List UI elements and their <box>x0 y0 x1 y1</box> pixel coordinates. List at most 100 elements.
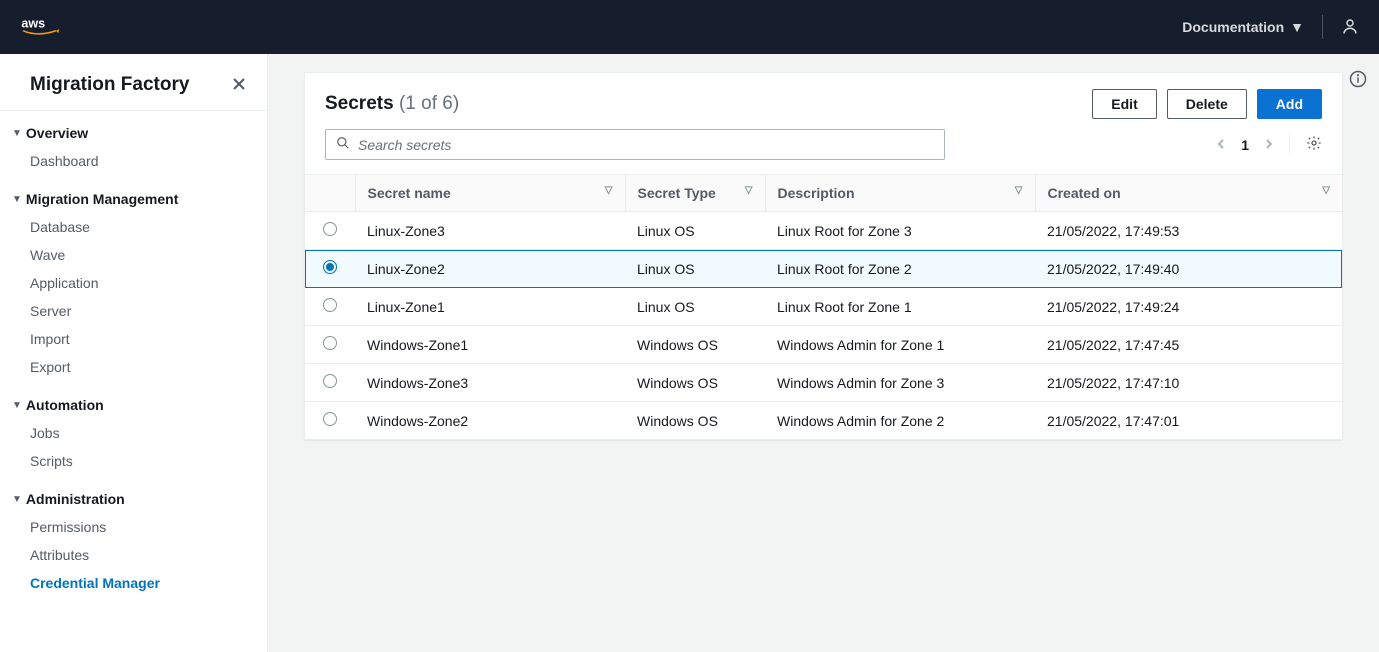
layout: Migration Factory ▼OverviewDashboard▼Mig… <box>0 54 1379 652</box>
close-icon[interactable] <box>231 76 247 95</box>
table-row[interactable]: Linux-Zone2Linux OSLinux Root for Zone 2… <box>305 250 1342 288</box>
sidebar-nav: ▼OverviewDashboard▼Migration ManagementD… <box>0 111 267 599</box>
caret-down-icon: ▼ <box>1290 19 1304 35</box>
secrets-table: Secret name▽ Secret Type▽ Description▽ C… <box>305 174 1342 439</box>
caret-down-icon: ▼ <box>12 194 22 205</box>
cell-description: Windows Admin for Zone 1 <box>765 326 1035 364</box>
edit-button[interactable]: Edit <box>1092 89 1156 119</box>
cell-description: Linux Root for Zone 1 <box>765 288 1035 326</box>
radio-icon[interactable] <box>323 298 337 312</box>
column-header-description[interactable]: Description▽ <box>765 175 1035 212</box>
table-header-row: Secret name▽ Secret Type▽ Description▽ C… <box>305 175 1342 212</box>
nav-group[interactable]: ▼Migration Management <box>0 185 267 213</box>
cell-created: 21/05/2022, 17:47:10 <box>1035 364 1342 402</box>
nav-item[interactable]: Server <box>0 297 267 325</box>
header-divider <box>1322 15 1323 39</box>
header-right: Documentation ▼ <box>1182 15 1359 39</box>
nav-item[interactable]: Export <box>0 353 267 381</box>
nav-item[interactable]: Credential Manager <box>0 569 267 597</box>
column-header-created[interactable]: Created on▽ <box>1035 175 1342 212</box>
cell-name: Windows-Zone3 <box>355 364 625 402</box>
user-icon[interactable] <box>1341 17 1359 38</box>
nav-item[interactable]: Dashboard <box>0 147 267 175</box>
panel-header: Secrets (1 of 6) Edit Delete Add <box>305 73 1342 129</box>
sort-icon: ▽ <box>745 185 753 196</box>
cell-name: Linux-Zone3 <box>355 212 625 250</box>
cell-created: 21/05/2022, 17:49:53 <box>1035 212 1342 250</box>
documentation-link[interactable]: Documentation ▼ <box>1182 19 1304 35</box>
row-select-cell[interactable] <box>305 212 355 250</box>
nav-item[interactable]: Permissions <box>0 513 267 541</box>
cell-description: Windows Admin for Zone 3 <box>765 364 1035 402</box>
cell-created: 21/05/2022, 17:49:24 <box>1035 288 1342 326</box>
radio-icon[interactable] <box>323 260 337 274</box>
nav-group-label: Overview <box>26 125 88 141</box>
search-box[interactable] <box>325 129 945 160</box>
nav-item[interactable]: Import <box>0 325 267 353</box>
nav-group-label: Automation <box>26 397 104 413</box>
cell-created: 21/05/2022, 17:49:40 <box>1035 250 1342 288</box>
cell-created: 21/05/2022, 17:47:01 <box>1035 402 1342 440</box>
row-select-cell[interactable] <box>305 402 355 440</box>
sidebar: Migration Factory ▼OverviewDashboard▼Mig… <box>0 54 268 652</box>
panel-count: (1 of 6) <box>399 93 459 114</box>
table-row[interactable]: Linux-Zone1Linux OSLinux Root for Zone 1… <box>305 288 1342 326</box>
nav-item[interactable]: Application <box>0 269 267 297</box>
table-body: Linux-Zone3Linux OSLinux Root for Zone 3… <box>305 212 1342 440</box>
nav-group[interactable]: ▼Overview <box>0 119 267 147</box>
cell-name: Linux-Zone2 <box>355 250 625 288</box>
cell-type: Linux OS <box>625 250 765 288</box>
add-button[interactable]: Add <box>1257 89 1322 119</box>
radio-icon[interactable] <box>323 412 337 426</box>
panel-actions: Edit Delete Add <box>1092 89 1322 119</box>
cell-name: Linux-Zone1 <box>355 288 625 326</box>
panel-title: Secrets (1 of 6) <box>325 93 459 115</box>
cell-description: Linux Root for Zone 2 <box>765 250 1035 288</box>
nav-group-label: Administration <box>26 491 125 507</box>
row-select-cell[interactable] <box>305 250 355 288</box>
nav-item[interactable]: Jobs <box>0 419 267 447</box>
nav-item[interactable]: Attributes <box>0 541 267 569</box>
sort-icon: ▽ <box>1322 185 1330 196</box>
secrets-panel: Secrets (1 of 6) Edit Delete Add <box>304 72 1343 440</box>
search-input[interactable] <box>358 137 934 153</box>
cell-name: Windows-Zone1 <box>355 326 625 364</box>
cell-type: Linux OS <box>625 212 765 250</box>
radio-icon[interactable] <box>323 222 337 236</box>
cell-description: Windows Admin for Zone 2 <box>765 402 1035 440</box>
svg-text:aws: aws <box>21 16 45 30</box>
nav-item[interactable]: Wave <box>0 241 267 269</box>
nav-group[interactable]: ▼Automation <box>0 391 267 419</box>
sort-icon: ▽ <box>605 185 613 196</box>
caret-down-icon: ▼ <box>12 494 22 505</box>
prev-page-icon[interactable] <box>1215 137 1227 153</box>
documentation-label: Documentation <box>1182 19 1284 35</box>
table-row[interactable]: Windows-Zone1Windows OSWindows Admin for… <box>305 326 1342 364</box>
row-select-cell[interactable] <box>305 364 355 402</box>
table-row[interactable]: Linux-Zone3Linux OSLinux Root for Zone 3… <box>305 212 1342 250</box>
radio-icon[interactable] <box>323 336 337 350</box>
cell-type: Windows OS <box>625 326 765 364</box>
main-content: Secrets (1 of 6) Edit Delete Add <box>268 54 1379 652</box>
info-icon[interactable] <box>1349 70 1367 91</box>
column-header-type[interactable]: Secret Type▽ <box>625 175 765 212</box>
settings-icon[interactable] <box>1289 135 1322 154</box>
aws-logo[interactable]: aws <box>20 15 70 40</box>
toolbar: 1 <box>305 129 1342 174</box>
sidebar-header: Migration Factory <box>0 54 267 111</box>
nav-group[interactable]: ▼ Administration <box>0 485 267 513</box>
select-column-header <box>305 175 355 212</box>
cell-name: Windows-Zone2 <box>355 402 625 440</box>
cell-type: Linux OS <box>625 288 765 326</box>
delete-button[interactable]: Delete <box>1167 89 1247 119</box>
nav-item[interactable]: Database <box>0 213 267 241</box>
nav-item[interactable]: Scripts <box>0 447 267 475</box>
table-row[interactable]: Windows-Zone3Windows OSWindows Admin for… <box>305 364 1342 402</box>
next-page-icon[interactable] <box>1263 137 1275 153</box>
row-select-cell[interactable] <box>305 326 355 364</box>
radio-icon[interactable] <box>323 374 337 388</box>
table-row[interactable]: Windows-Zone2Windows OSWindows Admin for… <box>305 402 1342 440</box>
cell-created: 21/05/2022, 17:47:45 <box>1035 326 1342 364</box>
row-select-cell[interactable] <box>305 288 355 326</box>
column-header-name[interactable]: Secret name▽ <box>355 175 625 212</box>
